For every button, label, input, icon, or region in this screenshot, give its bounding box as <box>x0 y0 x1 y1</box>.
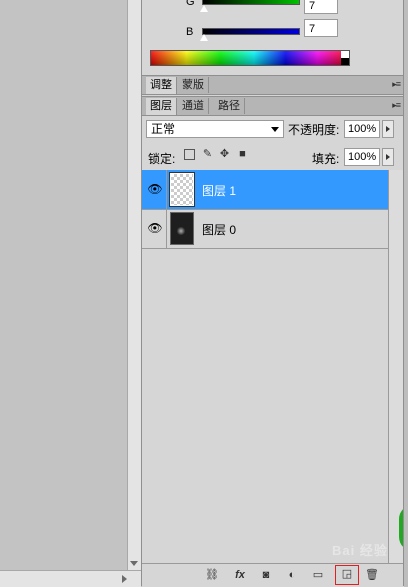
layers-footer: ⛓ fx ◙ ◐ ▭ ◲ 🗑 <box>142 563 404 587</box>
trash-icon[interactable]: 🗑 <box>364 567 380 583</box>
chevron-down-icon <box>271 127 279 132</box>
watermark: Bai 经验 <box>332 543 388 558</box>
b-slider-track[interactable] <box>202 28 300 35</box>
layer-name[interactable]: 图层 1 <box>202 182 236 199</box>
fill-slider-arrow-icon[interactable] <box>382 148 394 166</box>
add-mask-icon[interactable]: ◙ <box>258 567 274 583</box>
adjustment-layer-icon[interactable]: ◐ <box>284 567 300 583</box>
color-slider-g: G <box>142 0 404 16</box>
fill-label: 填充: <box>312 152 340 166</box>
scroll-right-arrow-icon[interactable] <box>122 575 127 583</box>
spectrum-shade <box>151 51 349 65</box>
document-canvas[interactable] <box>0 0 127 570</box>
g-slider-thumb[interactable] <box>200 5 208 12</box>
layer-name[interactable]: 图层 0 <box>202 221 236 238</box>
lock-position-icon[interactable]: ✥ <box>219 149 230 160</box>
tab-masks[interactable]: 蒙版 <box>178 77 209 93</box>
opacity-field[interactable]: 100% <box>344 120 380 138</box>
layers-tabbar: 图层 通道 路径 ▸≡ <box>142 96 404 116</box>
new-layer-icon[interactable]: ◲ <box>335 565 359 585</box>
tab-channels[interactable]: 通道 <box>178 98 209 114</box>
link-layers-icon[interactable]: ⛓ <box>204 567 220 583</box>
layer-row-layer-1[interactable]: 👁 图层 1 <box>142 170 388 210</box>
color-slider-b-label: B <box>186 26 194 38</box>
lock-label: 锁定: <box>148 152 176 166</box>
window-right-edge <box>403 0 408 586</box>
b-value-field[interactable]: 7 <box>304 19 338 37</box>
layers-controls: 正常 不透明度: 100% 锁定: ✎ ✥ ■ 填充: 100% <box>142 118 404 170</box>
visibility-divider <box>166 209 167 249</box>
tab-layers[interactable]: 图层 <box>146 98 177 115</box>
lock-transparent-pixels-icon[interactable] <box>184 149 195 160</box>
opacity-slider-arrow-icon[interactable] <box>382 120 394 138</box>
tab-adjustments[interactable]: 调整 <box>146 77 177 94</box>
color-panel: G 7 B 7 <box>142 0 404 72</box>
document-vertical-scrollbar[interactable] <box>127 0 141 570</box>
layer-style-fx-icon[interactable]: fx <box>232 567 248 583</box>
blend-mode-select[interactable]: 正常 <box>146 120 284 138</box>
color-spectrum-bar[interactable] <box>150 50 350 66</box>
black-white-swatch[interactable] <box>341 51 349 65</box>
panels-dock: G 7 B 7 调整 蒙版 ▸≡ 图层 通道 路径 ▸≡ 正常 不透明度: 10… <box>141 0 408 587</box>
layer-thumbnail-transparent <box>169 172 195 207</box>
document-horizontal-scrollbar[interactable] <box>0 570 141 587</box>
color-slider-g-label: G <box>186 0 195 8</box>
adjustments-panel-menu-icon[interactable]: ▸≡ <box>392 79 401 90</box>
g-value-field[interactable]: 7 <box>304 0 338 14</box>
eye-icon[interactable]: 👁 <box>146 180 164 198</box>
layers-panel-menu-icon[interactable]: ▸≡ <box>392 100 401 111</box>
new-group-folder-icon[interactable]: ▭ <box>310 567 326 583</box>
lock-all-icon[interactable]: ■ <box>237 149 248 160</box>
opacity-label: 不透明度: <box>288 123 340 137</box>
tab-paths[interactable]: 路径 <box>214 98 245 114</box>
blend-mode-value: 正常 <box>151 122 176 136</box>
adjustments-tabbar: 调整 蒙版 ▸≡ <box>142 75 404 95</box>
layer-thumbnail-image <box>170 212 194 245</box>
g-slider-track[interactable] <box>202 0 300 5</box>
eye-icon[interactable]: 👁 <box>146 219 164 237</box>
scroll-down-arrow-icon[interactable] <box>130 561 138 566</box>
visibility-divider <box>166 170 167 210</box>
b-slider-thumb[interactable] <box>200 34 208 41</box>
fill-field[interactable]: 100% <box>344 148 380 166</box>
color-slider-b: B <box>142 24 404 46</box>
layer-row-layer-0[interactable]: 👁 图层 0 <box>142 209 388 249</box>
lock-image-pixels-icon[interactable]: ✎ <box>202 149 213 160</box>
